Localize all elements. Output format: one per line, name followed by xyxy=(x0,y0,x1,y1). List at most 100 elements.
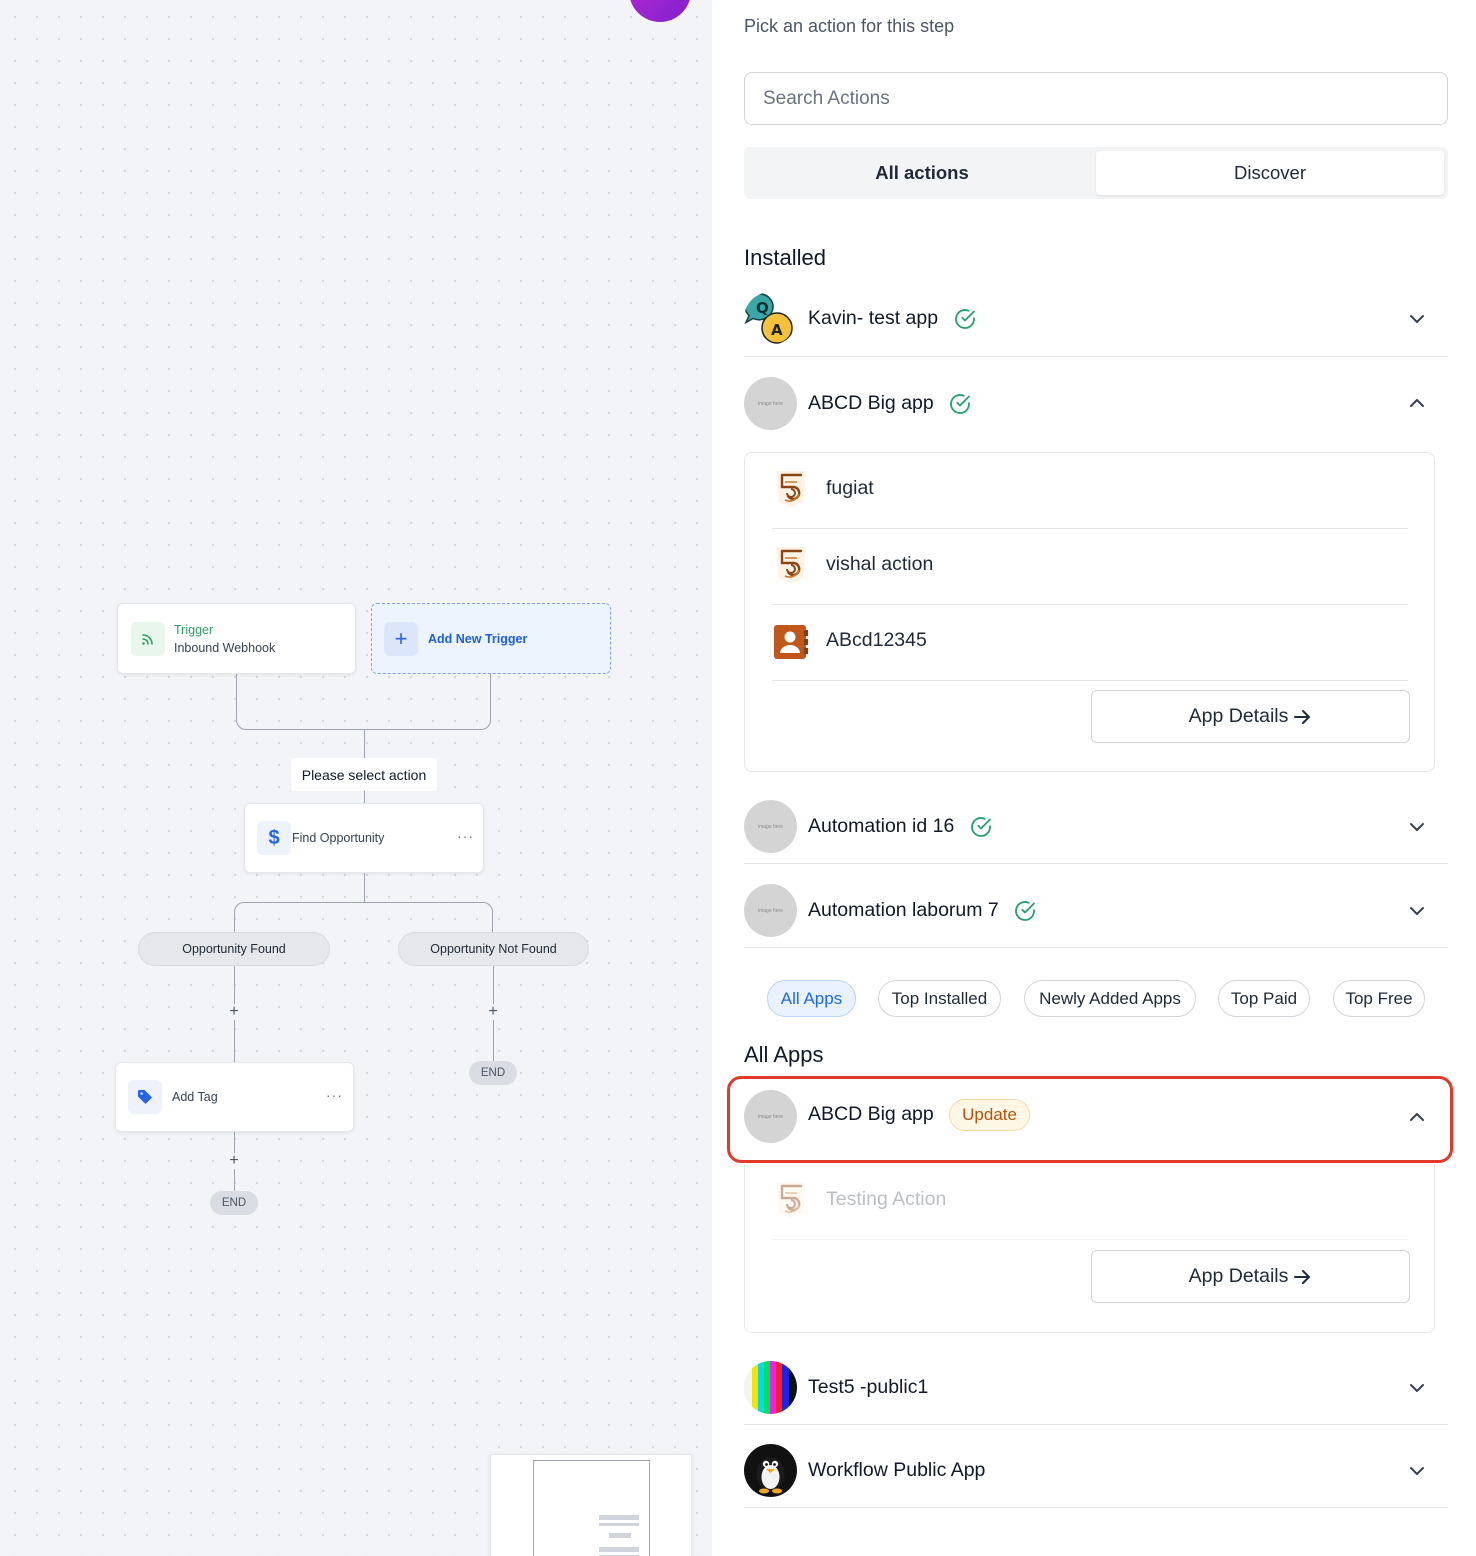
workflow-canvas[interactable]: Trigger Inbound Webhook + Add New Trigge… xyxy=(0,0,712,1556)
filter-chip-top-installed[interactable]: Top Installed xyxy=(878,980,1001,1017)
add-trigger-label: Add New Trigger xyxy=(428,632,528,646)
app-row-automation-laborum[interactable]: image here Automation laborum 7 xyxy=(744,884,1448,948)
find-opportunity-label: Find Opportunity xyxy=(292,831,385,845)
app-row-workflow-public[interactable]: Workflow Public App xyxy=(744,1444,1448,1508)
action-label: ABcd12345 xyxy=(826,629,927,651)
filter-chip-top-paid[interactable]: Top Paid xyxy=(1218,980,1310,1017)
svg-text:Q: Q xyxy=(756,299,769,317)
color-bars-icon xyxy=(744,1361,797,1414)
arrow-right-icon xyxy=(1294,1269,1311,1284)
action-picker-panel: Pick an action for this step All actions… xyxy=(712,0,1476,1556)
add-tag-label: Add Tag xyxy=(172,1090,218,1104)
app-name: Workflow Public App xyxy=(808,1459,986,1481)
tab-discover[interactable]: Discover xyxy=(1096,151,1444,195)
placeholder-caption: image here xyxy=(757,400,783,407)
app-name: Automation laborum 7 xyxy=(808,899,1036,922)
action-item-fugiat[interactable]: fugiat xyxy=(772,453,1408,529)
action-label: vishal action xyxy=(826,553,934,575)
branch-opportunity-not-found[interactable]: Opportunity Not Found xyxy=(398,932,589,966)
minimap[interactable] xyxy=(490,1454,692,1556)
panel-prompt: Pick an action for this step xyxy=(744,16,955,36)
chevron-down-icon[interactable] xyxy=(1408,310,1426,328)
add-tag-node[interactable]: Add Tag ··· xyxy=(115,1062,354,1132)
html5-icon xyxy=(776,547,806,583)
minimap-node xyxy=(599,1515,639,1520)
connector xyxy=(364,902,493,932)
trigger-node[interactable]: Trigger Inbound Webhook xyxy=(117,603,356,674)
chevron-down-icon[interactable] xyxy=(1408,902,1426,920)
chevron-down-icon[interactable] xyxy=(1408,818,1426,836)
placeholder-caption: image here xyxy=(757,823,783,830)
add-step-button[interactable]: + xyxy=(226,1004,242,1020)
add-step-button[interactable]: + xyxy=(485,1004,501,1020)
app-name-text: Kavin- test app xyxy=(808,307,939,329)
tab-all-actions[interactable]: All actions xyxy=(748,151,1096,195)
tag-icon xyxy=(128,1080,162,1114)
connector xyxy=(236,674,364,730)
app-details-button[interactable]: App Details xyxy=(1091,1250,1410,1303)
app-name: Kavin- test app xyxy=(808,307,976,330)
add-step-button[interactable]: + xyxy=(226,1153,242,1169)
penguin-icon xyxy=(744,1444,797,1497)
chevron-down-icon[interactable] xyxy=(1408,1379,1426,1397)
contact-book-icon xyxy=(774,625,808,659)
node-menu-button[interactable]: ··· xyxy=(457,828,474,844)
webhook-icon xyxy=(131,622,165,656)
add-fab-button[interactable] xyxy=(629,0,691,22)
app-name: Automation id 16 xyxy=(808,815,992,838)
app-row-abcd-big[interactable]: image here ABCD Big app xyxy=(744,376,1448,430)
action-item-abcd12345[interactable]: ABcd12345 xyxy=(772,605,1408,681)
connector xyxy=(364,730,365,760)
app-row-test5-public1[interactable]: Test5 -public1 xyxy=(744,1361,1448,1425)
connector xyxy=(364,790,365,804)
filter-chip-top-free[interactable]: Top Free xyxy=(1333,980,1425,1017)
verified-icon xyxy=(1015,901,1036,921)
placeholder-image: image here xyxy=(744,800,797,853)
node-menu-button[interactable]: ··· xyxy=(326,1087,343,1103)
action-item-testing: Testing Action xyxy=(772,1164,1408,1240)
connector xyxy=(364,872,365,902)
app-name-text: Automation laborum 7 xyxy=(808,899,999,921)
connector xyxy=(364,674,491,730)
action-label: Testing Action xyxy=(826,1188,947,1210)
action-label: fugiat xyxy=(826,477,874,499)
app-details-button[interactable]: App Details xyxy=(1091,690,1410,743)
app-actions-panel: Testing Action App Details xyxy=(744,1164,1435,1333)
svg-text:A: A xyxy=(771,321,783,339)
minimap-viewport xyxy=(533,1460,650,1556)
app-row-automation-16[interactable]: image here Automation id 16 xyxy=(744,800,1448,864)
verified-icon xyxy=(954,309,975,329)
dollar-icon: $ xyxy=(257,821,291,855)
html5-icon xyxy=(776,1182,806,1218)
minimap-node xyxy=(609,1533,631,1538)
installed-heading: Installed xyxy=(744,245,826,270)
app-name: Test5 -public1 xyxy=(808,1376,929,1398)
search-input[interactable] xyxy=(744,72,1448,125)
filter-chip-newly-added[interactable]: Newly Added Apps xyxy=(1024,980,1196,1017)
add-trigger-node[interactable]: + Add New Trigger xyxy=(371,603,611,674)
app-details-label: App Details xyxy=(1188,1265,1289,1287)
branch-opportunity-found[interactable]: Opportunity Found xyxy=(138,932,330,966)
all-apps-heading: All Apps xyxy=(744,1042,824,1067)
chevron-up-icon[interactable] xyxy=(1408,394,1426,412)
verified-icon xyxy=(970,817,991,837)
trigger-label: Trigger xyxy=(174,623,214,637)
select-action-label[interactable]: Please select action xyxy=(291,758,437,791)
end-marker: END xyxy=(469,1061,517,1085)
app-row-kavin-test[interactable]: Q A Kavin- test app xyxy=(744,292,1448,357)
plus-icon: + xyxy=(384,622,418,656)
app-name-text: Automation id 16 xyxy=(808,815,955,837)
placeholder-image: image here xyxy=(744,377,797,430)
placeholder-caption: image here xyxy=(757,907,783,914)
highlight-annotation xyxy=(727,1076,1453,1163)
filter-chip-all-apps[interactable]: All Apps xyxy=(767,980,856,1017)
find-opportunity-node[interactable]: $ Find Opportunity ··· xyxy=(244,803,484,873)
qa-icon: Q A xyxy=(744,292,797,345)
html5-icon xyxy=(776,471,806,507)
arrow-right-icon xyxy=(1294,709,1311,724)
minimap-node xyxy=(599,1523,639,1526)
action-item-vishal[interactable]: vishal action xyxy=(772,529,1408,605)
app-details-label: App Details xyxy=(1188,705,1289,727)
minimap-node xyxy=(599,1547,639,1552)
chevron-down-icon[interactable] xyxy=(1408,1462,1426,1480)
